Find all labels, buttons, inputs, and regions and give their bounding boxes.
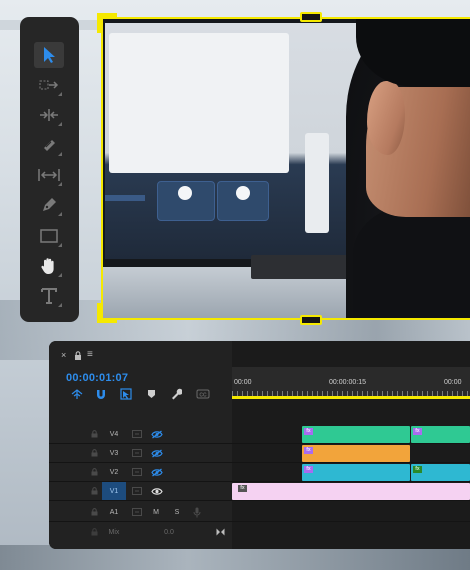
go-to-end-icon[interactable] [216, 528, 225, 536]
lock-icon[interactable] [74, 351, 82, 360]
arrow-icon [44, 47, 55, 63]
razor-icon [44, 140, 55, 151]
sync-lock-icon[interactable] [132, 430, 142, 438]
track-label[interactable]: V4 [102, 425, 126, 444]
snap-magnet-icon[interactable] [95, 388, 107, 400]
type-tool[interactable] [34, 283, 64, 309]
panel-menu-icon[interactable]: ≡ [87, 349, 93, 360]
close-icon[interactable]: × [61, 350, 66, 360]
time-ruler[interactable]: 00:00 00:00:00:15 00:00 [232, 367, 470, 397]
eye-hidden-icon[interactable] [151, 468, 163, 477]
rectangle-icon [40, 229, 58, 243]
transform-handle-top-left[interactable] [97, 13, 117, 33]
wrench-settings-icon[interactable] [170, 388, 182, 400]
ripple-edit-tool[interactable] [34, 102, 64, 128]
video-clip-v4-a[interactable]: fx [302, 426, 410, 443]
transform-handle-top[interactable] [300, 12, 322, 22]
video-clip-v3[interactable]: fx [302, 445, 410, 462]
timecode-display[interactable]: 00:00:01:07 [66, 372, 128, 384]
mix-volume-value[interactable]: 0.0 [159, 522, 179, 542]
captions-icon[interactable]: CC [196, 389, 210, 399]
transform-handle-bottom[interactable] [300, 315, 322, 325]
svg-text:CC: CC [199, 392, 207, 398]
sync-lock-icon[interactable] [132, 487, 142, 495]
pen-icon [43, 198, 56, 211]
track-row-v3: V3 fx [49, 444, 470, 463]
sync-lock-icon[interactable] [132, 449, 142, 457]
track-label-v1-targeted[interactable]: V1 [102, 482, 126, 501]
eye-icon[interactable] [151, 487, 163, 496]
track-row-v2: V2 fx fx [49, 463, 470, 482]
ruler-label-end: 00:00 [444, 379, 462, 386]
timeline-panel: × ≡ 00:00:01:07 CC 00:00 00:00:00:15 00:… [49, 341, 470, 549]
rectangle-tool[interactable] [34, 223, 64, 249]
track-label[interactable]: V3 [102, 444, 126, 463]
linked-selection-icon[interactable] [120, 388, 132, 400]
video-clip-v4-b[interactable]: fx [411, 426, 470, 443]
mute-button[interactable]: M [149, 502, 163, 522]
track-row-v4: V4 fx fx [49, 425, 470, 444]
track-row-v1: V1 fx [49, 482, 470, 501]
track-select-icon [39, 80, 59, 90]
type-icon [41, 288, 57, 304]
video-clip-v1[interactable]: fx [232, 483, 470, 500]
transform-bounding-box[interactable] [101, 17, 470, 320]
microphone-icon[interactable] [193, 507, 201, 518]
ripple-edit-icon [40, 109, 58, 121]
video-clip-v2-b[interactable]: fx [411, 464, 470, 481]
slip-icon [38, 169, 60, 181]
track-lock-icon[interactable] [91, 508, 98, 516]
sync-lock-icon[interactable] [132, 508, 142, 516]
track-lock-icon[interactable] [91, 528, 98, 536]
slip-tool[interactable] [34, 162, 64, 188]
insert-nest-icon[interactable] [71, 389, 83, 400]
mix-track-label: Mix [108, 528, 120, 536]
track-label[interactable]: V2 [102, 463, 126, 482]
transform-handle-bottom-left[interactable] [97, 303, 117, 323]
track-row-mix: Mix 0.0 [49, 522, 470, 542]
tools-panel [20, 17, 79, 322]
track-lock-icon[interactable] [91, 468, 98, 476]
eye-hidden-icon[interactable] [151, 449, 163, 458]
razor-tool[interactable] [34, 132, 64, 158]
ruler-label-start: 00:00 [234, 379, 252, 386]
pen-tool[interactable] [34, 192, 64, 218]
solo-button[interactable]: S [170, 502, 184, 522]
ruler-label-mid: 00:00:00:15 [329, 379, 366, 386]
add-marker-icon[interactable] [147, 389, 156, 399]
track-lock-icon[interactable] [91, 430, 98, 438]
selection-tool[interactable] [34, 42, 64, 68]
video-clip-v2-a[interactable]: fx [302, 464, 410, 481]
sync-lock-icon[interactable] [132, 468, 142, 476]
track-lock-icon[interactable] [91, 487, 98, 495]
hand-icon [41, 258, 54, 274]
track-label[interactable]: A1 [102, 502, 126, 522]
work-area-bar[interactable] [232, 396, 470, 399]
eye-hidden-icon[interactable] [151, 430, 163, 439]
track-select-tool[interactable] [34, 72, 64, 98]
hand-tool[interactable] [34, 253, 64, 279]
track-lock-icon[interactable] [91, 449, 98, 457]
track-row-a1: A1 M S [49, 502, 470, 522]
